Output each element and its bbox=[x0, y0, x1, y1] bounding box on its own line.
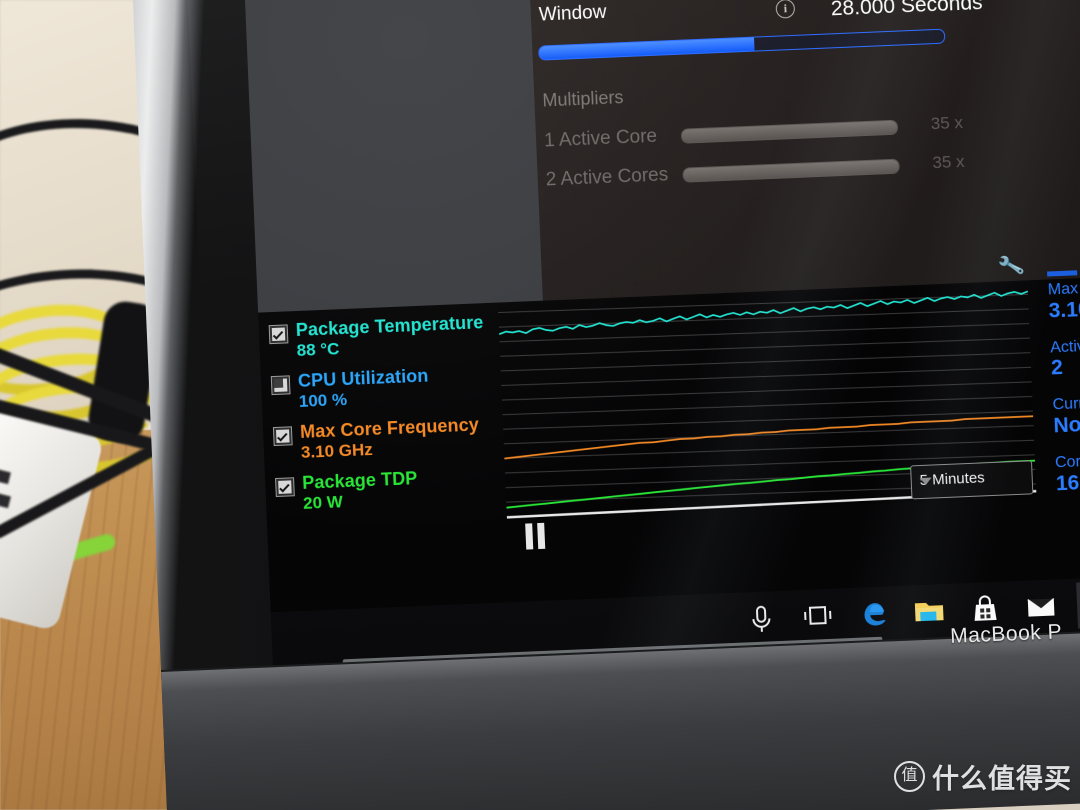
photo-scene: ces App-Profile Pairing Turbo Boost Shor… bbox=[0, 0, 1080, 810]
pause-icon[interactable] bbox=[525, 522, 548, 550]
watermark: 值 什么值得买 bbox=[894, 757, 1072, 796]
legend-item-max-core-frequency[interactable]: Max Core Frequency 3.10 GHz bbox=[272, 414, 502, 463]
stat-value: No bbox=[1053, 413, 1080, 438]
stat-value: 3.10 bbox=[1048, 297, 1080, 323]
multiplier-value: 35 x bbox=[930, 112, 964, 134]
multiplier-label: 1 Active Core bbox=[543, 125, 658, 152]
multiplier-label: 2 Active Cores bbox=[545, 164, 669, 191]
time-range-dropdown[interactable]: 5 Minutes bbox=[910, 460, 1034, 500]
laptop: ces App-Profile Pairing Turbo Boost Shor… bbox=[132, 0, 1080, 810]
chevron-down-icon bbox=[919, 477, 932, 486]
multiplier-slider[interactable] bbox=[682, 158, 900, 183]
legend-item-cpu-utilization[interactable]: CPU Utilization 100 % bbox=[270, 363, 500, 412]
stats-strip: Max 3.10 Activ 2 Curr No Core 16 bbox=[1047, 267, 1080, 512]
setting-label: Turbo Boost Power Time Window bbox=[538, 0, 747, 26]
device-label: MacBook P bbox=[949, 620, 1063, 648]
info-icon[interactable]: i bbox=[775, 0, 796, 19]
edge-browser-icon[interactable] bbox=[852, 592, 894, 636]
file-explorer-icon[interactable] bbox=[908, 590, 950, 634]
microphone-icon[interactable] bbox=[740, 597, 782, 641]
legend-checkbox[interactable] bbox=[268, 324, 289, 345]
stat-value: 16 bbox=[1055, 471, 1080, 496]
legend-checkbox[interactable] bbox=[270, 375, 291, 396]
legend-checkbox[interactable] bbox=[275, 476, 295, 497]
stat-divider bbox=[1047, 270, 1078, 277]
monitoring-panel: Package Temperature 88 °C CPU Utilizatio… bbox=[258, 252, 1080, 613]
setting-value: 28.000 Seconds bbox=[830, 0, 984, 21]
stat-key: Core bbox=[1054, 453, 1080, 472]
app-icon[interactable] bbox=[1076, 580, 1080, 629]
sidebar: ces App-Profile Pairing bbox=[242, 0, 543, 313]
stat-key: Curr bbox=[1052, 395, 1080, 414]
xtu-settings-panel: ces App-Profile Pairing Turbo Boost Shor… bbox=[242, 0, 1080, 313]
task-view-icon[interactable] bbox=[796, 595, 838, 639]
legend-checkbox[interactable] bbox=[272, 426, 293, 446]
watermark-text: 什么值得买 bbox=[932, 764, 1072, 795]
stat-key: Max bbox=[1047, 280, 1079, 299]
multiplier-slider[interactable] bbox=[680, 119, 899, 144]
stat-key: Activ bbox=[1049, 337, 1080, 357]
monitoring-legend: Package Temperature 88 °C CPU Utilizatio… bbox=[268, 312, 505, 526]
stat-value: 2 bbox=[1050, 356, 1064, 380]
watermark-badge: 值 bbox=[894, 761, 925, 792]
legend-item-package-temperature[interactable]: Package Temperature 88 °C bbox=[268, 312, 498, 362]
laptop-screen: ces App-Profile Pairing Turbo Boost Shor… bbox=[242, 0, 1080, 698]
multiplier-value: 35 x bbox=[932, 151, 965, 173]
multiplier-row-1-active-core: 1 Active Core 35 x bbox=[536, 106, 1080, 152]
legend-item-package-tdp[interactable]: Package TDP 20 W bbox=[275, 465, 504, 514]
setting-slider[interactable] bbox=[538, 28, 946, 61]
multipliers-heading: Multipliers bbox=[542, 87, 624, 111]
